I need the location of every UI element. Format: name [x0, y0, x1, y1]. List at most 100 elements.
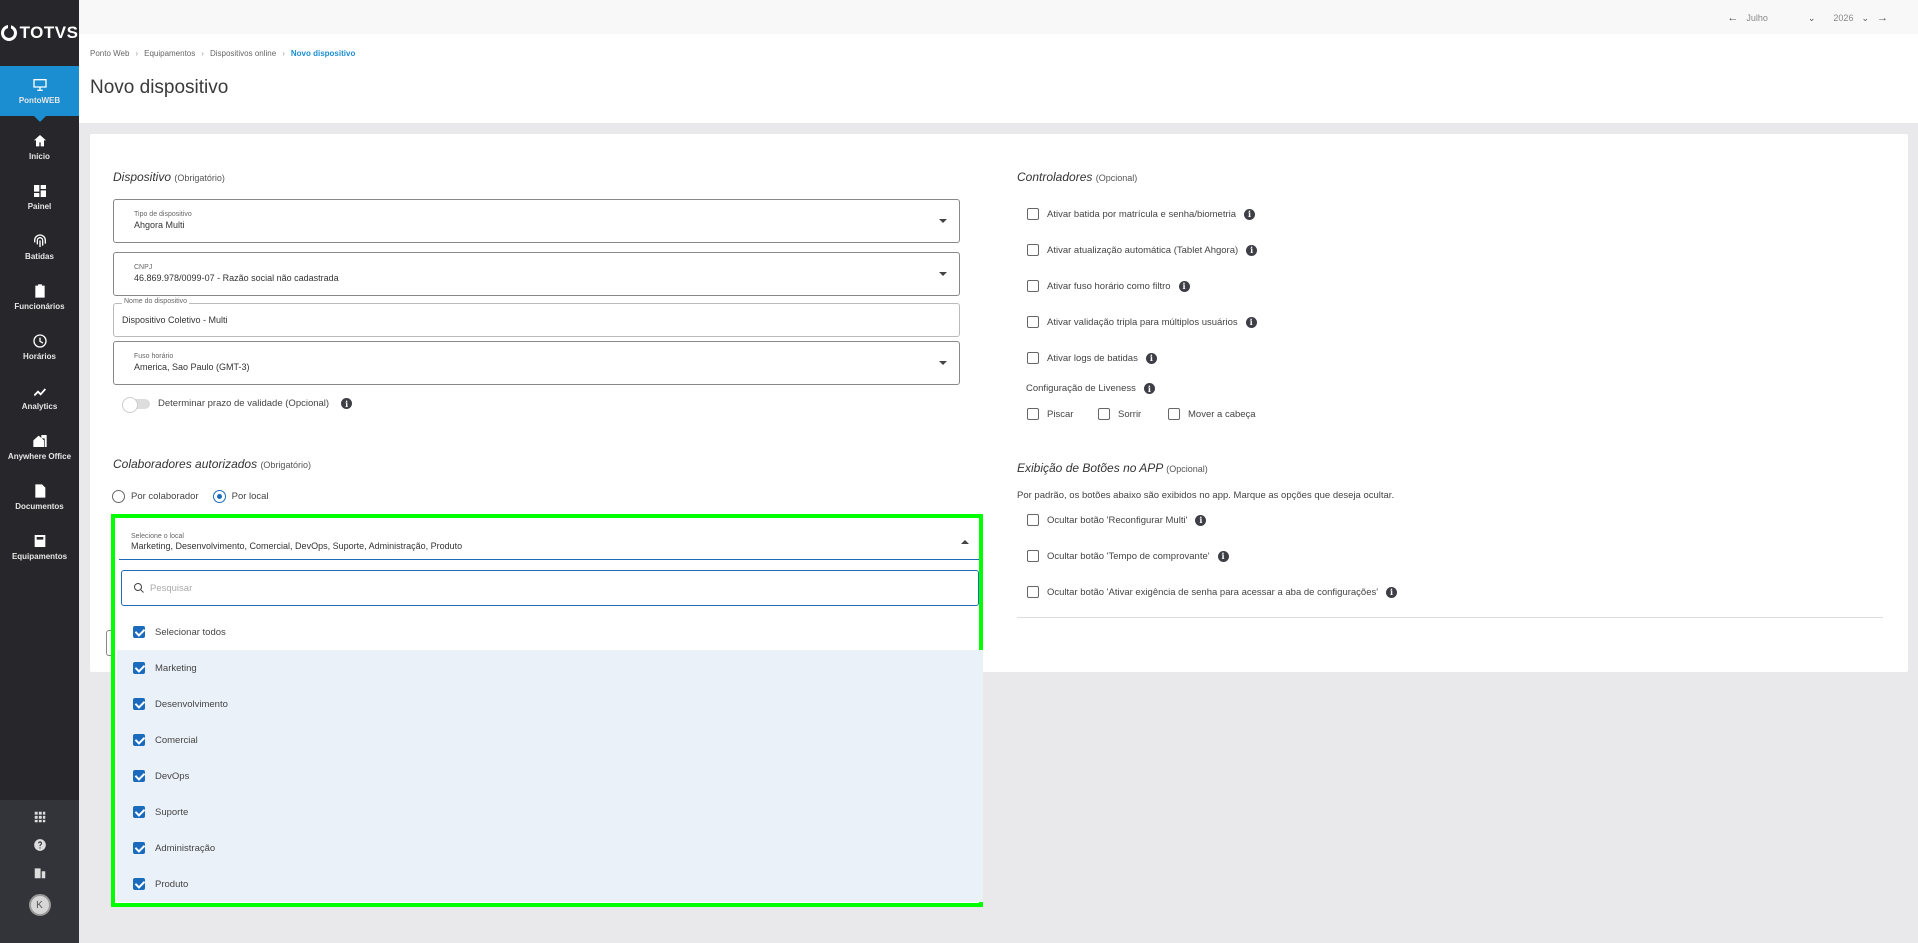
checkbox[interactable]: [1098, 408, 1110, 420]
checkbox[interactable]: [1027, 352, 1039, 364]
sidebar-item-documentos[interactable]: Documentos: [0, 472, 79, 522]
checkbox-checked[interactable]: [133, 734, 145, 746]
sidebar-item-painel[interactable]: Painel: [0, 172, 79, 222]
info-icon[interactable]: i: [1143, 383, 1155, 394]
year-select[interactable]: 2026: [1833, 13, 1853, 23]
device-name-field[interactable]: Nome do dispositivo Dispositivo Coletivo…: [113, 298, 960, 337]
controller-option[interactable]: Ativar logs de batidas i: [1027, 352, 1157, 364]
liveness-option-mover-cabeca[interactable]: Mover a cabeça: [1168, 408, 1256, 420]
monitor-icon: [32, 79, 47, 91]
option-desenvolvimento[interactable]: Desenvolvimento: [117, 686, 983, 722]
radio-label: Por local: [231, 491, 269, 502]
location-select-value: Marketing, Desenvolvimento, Comercial, D…: [131, 541, 463, 551]
info-icon[interactable]: i: [1386, 586, 1398, 598]
radio-button[interactable]: [112, 490, 125, 503]
previous-period-icon[interactable]: ←: [1727, 12, 1738, 24]
checkbox-checked[interactable]: [133, 770, 145, 782]
sidebar-item-funcionarios[interactable]: Funcionários: [0, 272, 79, 322]
sidebar-item-horarios[interactable]: Horários: [0, 322, 79, 372]
breadcrumb-dispositivos-online[interactable]: Dispositivos online: [210, 49, 276, 58]
sidebar-item-anywhere-office[interactable]: Anywhere Office: [0, 422, 79, 472]
location-select[interactable]: Selecione o local Marketing, Desenvolvim…: [119, 520, 979, 560]
controller-option[interactable]: Ativar validação tripla para múltiplos u…: [1027, 316, 1257, 328]
info-icon[interactable]: i: [1246, 244, 1258, 256]
app-button-option[interactable]: Ocultar botão 'Tempo de comprovante' i: [1027, 550, 1229, 562]
info-icon[interactable]: i: [1245, 316, 1257, 328]
controller-option[interactable]: Ativar atualização automática (Tablet Ah…: [1027, 244, 1258, 256]
radio-por-local[interactable]: Por local: [212, 490, 269, 503]
validity-toggle[interactable]: [122, 396, 150, 413]
collaborators-section-title: Colaboradores autorizados (Obrigatório): [113, 457, 311, 471]
info-icon[interactable]: i: [1178, 280, 1190, 292]
device-type-select[interactable]: Tipo de dispositivo Ahgora Multi: [113, 199, 960, 243]
page-header: Ponto Web › Equipamentos › Dispositivos …: [79, 34, 1918, 123]
checkbox-checked[interactable]: [133, 842, 145, 854]
checkbox-checked[interactable]: [133, 698, 145, 710]
avatar[interactable]: K: [28, 894, 51, 916]
checkbox[interactable]: [1027, 586, 1039, 598]
option-comercial[interactable]: Comercial: [117, 722, 983, 758]
option-marketing[interactable]: Marketing: [117, 650, 983, 686]
app-button-option[interactable]: Ocultar botão 'Ativar exigência de senha…: [1027, 586, 1398, 598]
document-icon: [34, 484, 45, 498]
timezone-value: America, Sao Paulo (GMT-3): [134, 362, 250, 372]
option-produto[interactable]: Produto: [117, 866, 983, 902]
checkbox[interactable]: [1027, 550, 1039, 562]
info-icon[interactable]: i: [341, 398, 353, 409]
liveness-option-sorrir[interactable]: Sorrir: [1098, 408, 1141, 420]
breadcrumb-equipamentos[interactable]: Equipamentos: [144, 49, 195, 58]
controller-option[interactable]: Ativar batida por matrícula e senha/biom…: [1027, 208, 1256, 220]
sidebar-item-label: Anywhere Office: [7, 452, 72, 461]
option-suporte[interactable]: Suporte: [117, 794, 983, 830]
month-select[interactable]: Julho: [1746, 13, 1768, 23]
apps-grid-icon[interactable]: [33, 810, 47, 824]
breadcrumb-ponto-web[interactable]: Ponto Web: [90, 49, 129, 58]
timezone-select[interactable]: Fuso horário America, Sao Paulo (GMT-3): [113, 341, 960, 385]
checkbox[interactable]: [1027, 280, 1039, 292]
checkbox-checked[interactable]: [133, 662, 145, 674]
collaborators-title-note: (Obrigatório): [260, 460, 311, 470]
device-title-note: (Obrigatório): [174, 173, 225, 183]
option-devops[interactable]: DevOps: [117, 758, 983, 794]
help-icon[interactable]: [33, 838, 47, 852]
liveness-option-piscar[interactable]: Piscar: [1027, 408, 1073, 420]
checkbox[interactable]: [1027, 316, 1039, 328]
period-selector: ← Julho ⌄ 2026 ⌄ →: [1727, 12, 1888, 24]
radio-por-colaborador[interactable]: Por colaborador: [112, 490, 199, 503]
checkbox[interactable]: [1027, 408, 1039, 420]
device-name-value[interactable]: Dispositivo Coletivo - Multi: [122, 315, 228, 325]
app-buttons-description: Por padrão, os botões abaixo são exibido…: [1017, 490, 1395, 501]
device-type-value: Ahgora Multi: [134, 220, 185, 230]
caret-up-icon[interactable]: [961, 540, 969, 544]
option-administracao[interactable]: Administração: [117, 830, 983, 866]
checkbox-checked[interactable]: [133, 806, 145, 818]
location-search: [121, 570, 979, 606]
next-period-icon[interactable]: →: [1877, 12, 1888, 24]
checkbox[interactable]: [1027, 208, 1039, 220]
company-icon[interactable]: [33, 866, 47, 880]
sidebar-item-inicio[interactable]: Início: [0, 122, 79, 172]
sidebar-item-equipamentos[interactable]: Equipamentos: [0, 522, 79, 572]
info-icon[interactable]: i: [1145, 352, 1157, 364]
option-select-all[interactable]: Selecionar todos: [117, 614, 983, 650]
info-icon[interactable]: i: [1244, 208, 1256, 220]
checkbox-checked[interactable]: [133, 878, 145, 890]
sidebar-item-batidas[interactable]: Batidas: [0, 222, 79, 272]
sidebar-item-pontoweb[interactable]: PontoWEB: [0, 66, 79, 122]
checkbox[interactable]: [1027, 244, 1039, 256]
checkbox-checked[interactable]: [133, 626, 145, 638]
controller-option[interactable]: Ativar fuso horário como filtro i: [1027, 280, 1190, 292]
checkbox[interactable]: [1027, 514, 1039, 526]
info-icon[interactable]: i: [1217, 550, 1229, 562]
sidebar-item-analytics[interactable]: Analytics: [0, 372, 79, 422]
radio-button-selected[interactable]: [212, 490, 226, 503]
app-button-option[interactable]: Ocultar botão 'Reconfigurar Multi' i: [1027, 514, 1207, 526]
search-input[interactable]: [150, 579, 950, 597]
month-chevron-down-icon[interactable]: ⌄: [1808, 13, 1816, 24]
option-label: Desenvolvimento: [155, 698, 228, 710]
info-icon[interactable]: i: [1195, 514, 1207, 526]
totvs-logo[interactable]: TOTVS: [0, 0, 79, 66]
checkbox[interactable]: [1168, 408, 1180, 420]
cnpj-select[interactable]: CNPJ 46.869.978/0099-07 - Razão social n…: [113, 252, 960, 296]
year-chevron-down-icon[interactable]: ⌄: [1861, 13, 1869, 24]
